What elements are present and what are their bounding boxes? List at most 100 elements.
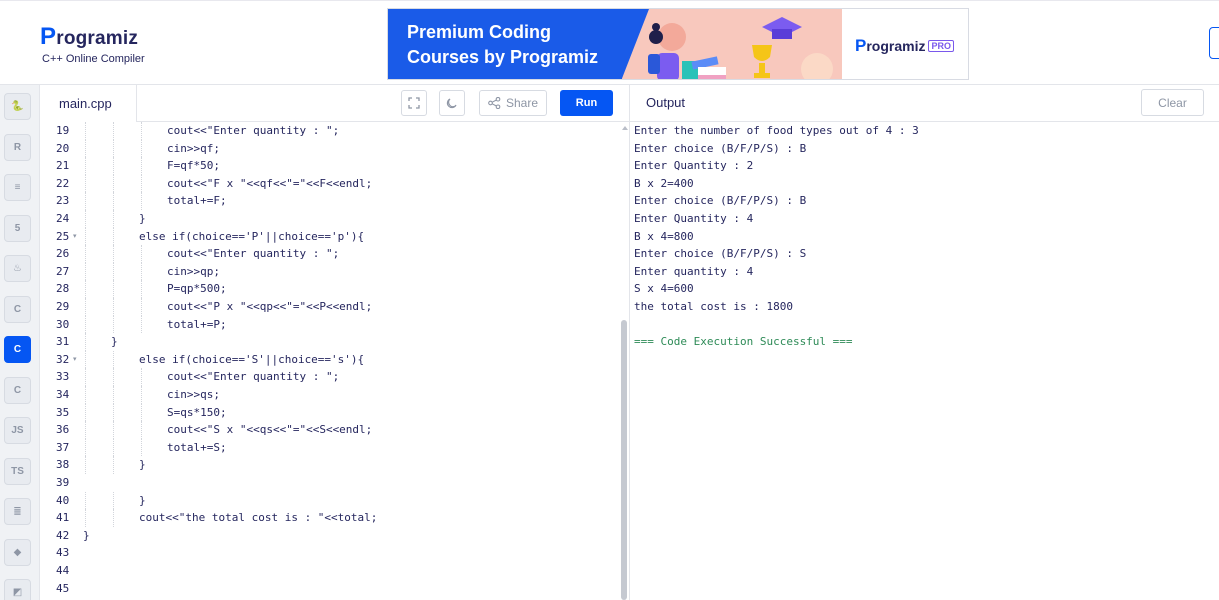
line-number: 38: [56, 458, 70, 472]
java-icon[interactable]: ♨: [4, 255, 31, 282]
code-line[interactable]: cin>>qs;: [167, 386, 220, 404]
fold-arrow-icon[interactable]: ▾: [73, 351, 77, 369]
python-icon[interactable]: 🐍: [4, 93, 31, 120]
indent-guide: [85, 157, 86, 175]
indent-guide: [113, 403, 114, 422]
moon-icon: [446, 98, 457, 109]
javascript-icon[interactable]: JS: [4, 417, 31, 444]
line-number: 29: [56, 300, 70, 313]
output-console: Enter the number of food types out of 4 …: [630, 122, 1219, 600]
indent-guide: [85, 491, 86, 510]
code-line[interactable]: total+=F;: [167, 192, 227, 210]
code-line[interactable]: cout<<"Enter quantity : ";: [167, 368, 339, 386]
sql-icon[interactable]: ≡: [4, 174, 31, 201]
cpp-icon[interactable]: C: [4, 336, 31, 363]
php-icon[interactable]: ◩: [4, 579, 31, 600]
line-number: 36: [56, 423, 70, 437]
code-line[interactable]: P=qp*500;: [167, 280, 227, 298]
code-line[interactable]: cin>>qf;: [167, 140, 220, 158]
code-line[interactable]: cout<<"F x "<<qf<<"="<<F<<endl;: [167, 175, 372, 193]
indent-guide: [113, 192, 114, 210]
programiz-logo[interactable]: Programiz C++ Online Compiler: [40, 23, 145, 65]
code-line[interactable]: total+=P;: [167, 316, 227, 334]
code-line[interactable]: cin>>qp;: [167, 263, 220, 281]
line-number: 39: [56, 476, 70, 489]
dark-mode-button[interactable]: [439, 90, 465, 116]
code-line[interactable]: }: [111, 333, 118, 351]
output-line: the total cost is : 1800: [634, 300, 793, 313]
indent-guide: [113, 491, 114, 510]
indent-guide: [113, 368, 114, 386]
csharp-icon[interactable]: C: [4, 376, 31, 404]
line-number: 43: [56, 546, 70, 560]
fold-arrow-icon[interactable]: ▾: [73, 228, 77, 246]
indent-guide: [141, 192, 142, 210]
code-line[interactable]: S=qs*150;: [167, 404, 227, 422]
indent-guide: [141, 122, 142, 140]
c-icon[interactable]: C: [4, 295, 31, 323]
code-line[interactable]: }: [139, 492, 146, 510]
indent-guide: [113, 386, 114, 404]
editor-toolbar: main.cpp Share Run: [40, 85, 629, 122]
execution-status: === Code Execution Successful ===: [634, 335, 853, 349]
language-sidebar: 🐍 R ≡ 5 ♨ C C C JS TS ≣ ◆ ◩: [0, 85, 40, 600]
ad-headline-line2: Courses by Programiz: [407, 47, 599, 67]
output-line: Enter Quantity : 2: [634, 159, 754, 173]
output-line: Enter Quantity : 4: [634, 212, 754, 225]
line-number: 23: [56, 194, 70, 208]
line-number: 27: [56, 264, 70, 278]
code-line[interactable]: }: [83, 527, 90, 545]
indent-guide: [85, 210, 86, 228]
share-button[interactable]: Share: [479, 90, 547, 116]
go-icon[interactable]: ◆: [4, 538, 31, 566]
indent-guide: [85, 350, 86, 369]
typescript-icon[interactable]: TS: [4, 457, 31, 485]
code-line[interactable]: F=qf*50;: [167, 157, 220, 175]
code-line[interactable]: else if(choice=='P'||choice=='p'){: [139, 228, 364, 246]
logo-text: rogramiz: [56, 28, 139, 49]
indent-guide: [141, 280, 142, 298]
indent-guide: [113, 456, 114, 474]
code-line[interactable]: cout<<"S x "<<qs<<"="<<S<<endl;: [167, 421, 372, 439]
code-line[interactable]: cout<<"the total cost is : "<<total;: [139, 509, 377, 527]
indent-guide: [141, 386, 142, 404]
indent-guide: [85, 192, 86, 210]
indent-guide: [85, 174, 86, 193]
scroll-up-arrow-icon[interactable]: [622, 126, 628, 130]
editor-scroll-thumb[interactable]: [621, 320, 627, 600]
clear-button[interactable]: Clear: [1141, 89, 1204, 116]
output-line: Enter choice (B/F/P/S) : B: [634, 141, 807, 155]
top-header: Programiz C++ Online Compiler Premium Co…: [0, 0, 1219, 85]
code-line[interactable]: }: [139, 456, 146, 474]
output-line: S x 4=600: [634, 282, 694, 296]
line-number: 41: [56, 511, 70, 525]
code-line[interactable]: total+=S;: [167, 439, 227, 457]
output-line: Enter the number of food types out of 4 …: [634, 124, 919, 137]
file-tab-main-cpp[interactable]: main.cpp: [40, 85, 137, 122]
indent-guide: [113, 438, 114, 457]
code-line[interactable]: cout<<"P x "<<qp<<"="<<P<<endl;: [167, 298, 372, 316]
code-editor[interactable]: 19 cout<<"Enter quantity : "; 20 cin>>qf; 21…: [40, 122, 629, 600]
indent-guide: [113, 350, 114, 369]
line-number: 20: [56, 141, 70, 155]
fullscreen-button[interactable]: [401, 90, 427, 116]
line-number: 44: [56, 564, 70, 577]
line-number: 42: [56, 528, 70, 542]
code-line[interactable]: cout<<"Enter quantity : ";: [167, 122, 339, 140]
code-line[interactable]: }: [139, 210, 146, 228]
indent-guide: [85, 262, 86, 281]
html-icon[interactable]: 5: [4, 214, 31, 242]
code-line[interactable]: else if(choice=='S'||choice=='s'){: [139, 351, 364, 369]
code-line[interactable]: cout<<"Enter quantity : ";: [167, 245, 339, 263]
indent-guide: [113, 227, 114, 246]
ad-banner[interactable]: Premium Coding Courses by Programiz Prog…: [387, 8, 969, 80]
header-edge-button[interactable]: [1209, 27, 1219, 59]
indent-guide: [85, 456, 86, 474]
swift-icon[interactable]: ≣: [4, 498, 31, 525]
r-icon[interactable]: R: [4, 133, 31, 161]
indent-guide: [113, 157, 114, 175]
run-button[interactable]: Run: [560, 90, 613, 116]
indent-guide: [85, 139, 86, 158]
indent-guide: [113, 298, 114, 316]
indent-guide: [85, 333, 86, 351]
